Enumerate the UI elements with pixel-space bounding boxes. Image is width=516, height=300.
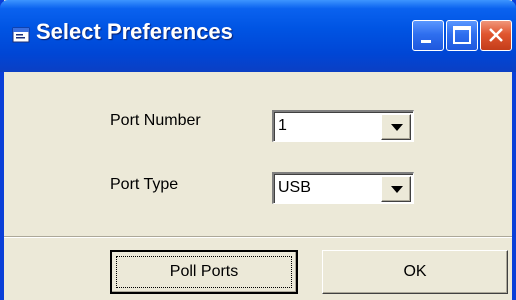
port-type-value: USB	[278, 179, 311, 196]
maximize-button[interactable]	[446, 20, 478, 51]
port-type-select[interactable]: USB	[272, 172, 414, 204]
port-number-select[interactable]: 1	[272, 110, 414, 142]
minimize-button[interactable]	[412, 20, 444, 51]
close-button[interactable]	[480, 20, 512, 51]
port-number-value: 1	[278, 117, 287, 134]
close-icon	[489, 28, 503, 42]
window-title: Select Preferences	[36, 19, 233, 44]
port-type-dropdown-button[interactable]	[381, 176, 411, 202]
title-bar[interactable]: Select Preferences	[0, 0, 516, 72]
port-number-label: Port Number	[110, 112, 201, 129]
ok-button[interactable]: OK	[322, 250, 508, 294]
app-icon	[12, 27, 30, 43]
minimize-icon	[421, 40, 431, 43]
poll-ports-button[interactable]: Poll Ports	[110, 250, 298, 294]
port-type-label: Port Type	[110, 176, 179, 193]
ok-label: OK	[403, 263, 427, 280]
chevron-down-icon	[391, 124, 403, 131]
dialog-window: Select Preferences Port Number 1 Port Ty…	[0, 0, 516, 300]
chevron-down-icon	[391, 186, 403, 193]
port-number-dropdown-button[interactable]	[381, 114, 411, 140]
focus-rect	[116, 256, 292, 288]
separator	[4, 236, 512, 238]
maximize-icon	[453, 26, 471, 44]
